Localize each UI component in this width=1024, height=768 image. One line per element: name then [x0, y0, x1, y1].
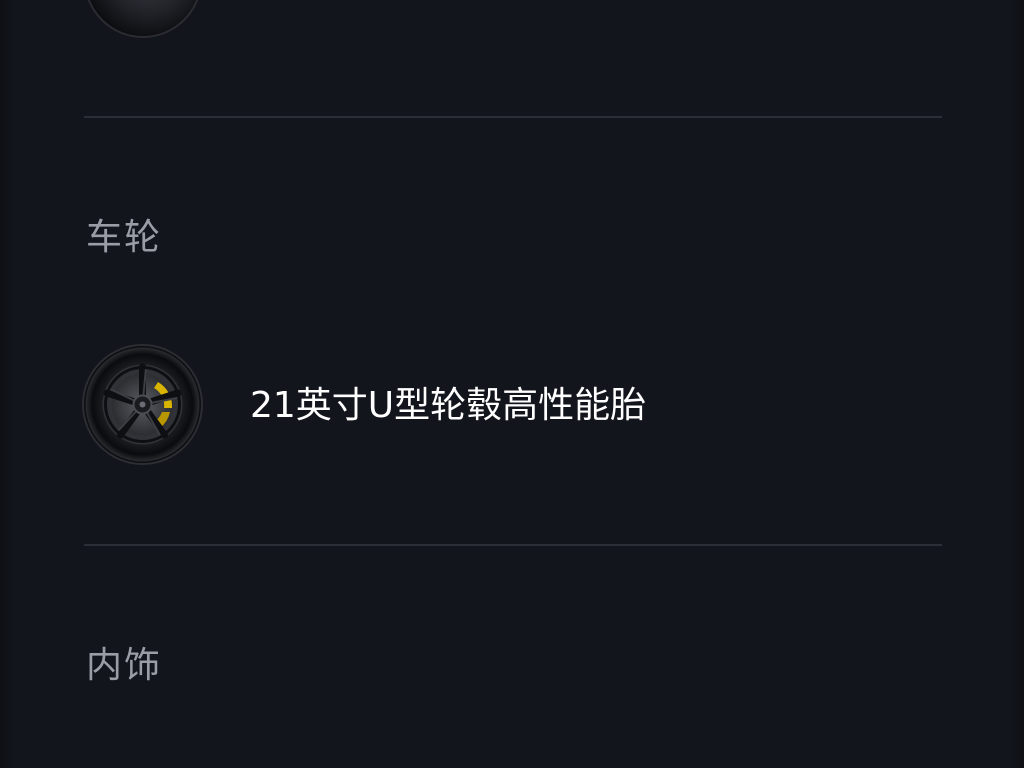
section-title-interior: 内饰 — [86, 645, 163, 686]
divider-top — [84, 116, 942, 118]
section-title-wheels: 车轮 — [86, 217, 163, 258]
right-edge-shadow — [1010, 0, 1024, 768]
divider-bottom — [84, 544, 942, 546]
left-edge-shadow — [0, 0, 14, 768]
wheel-thumbnail-icon[interactable] — [84, 346, 201, 463]
previous-option-thumbnail[interactable] — [86, 0, 200, 36]
wheel-option-label: 21英寸U型轮毂高性能胎 — [250, 385, 647, 426]
